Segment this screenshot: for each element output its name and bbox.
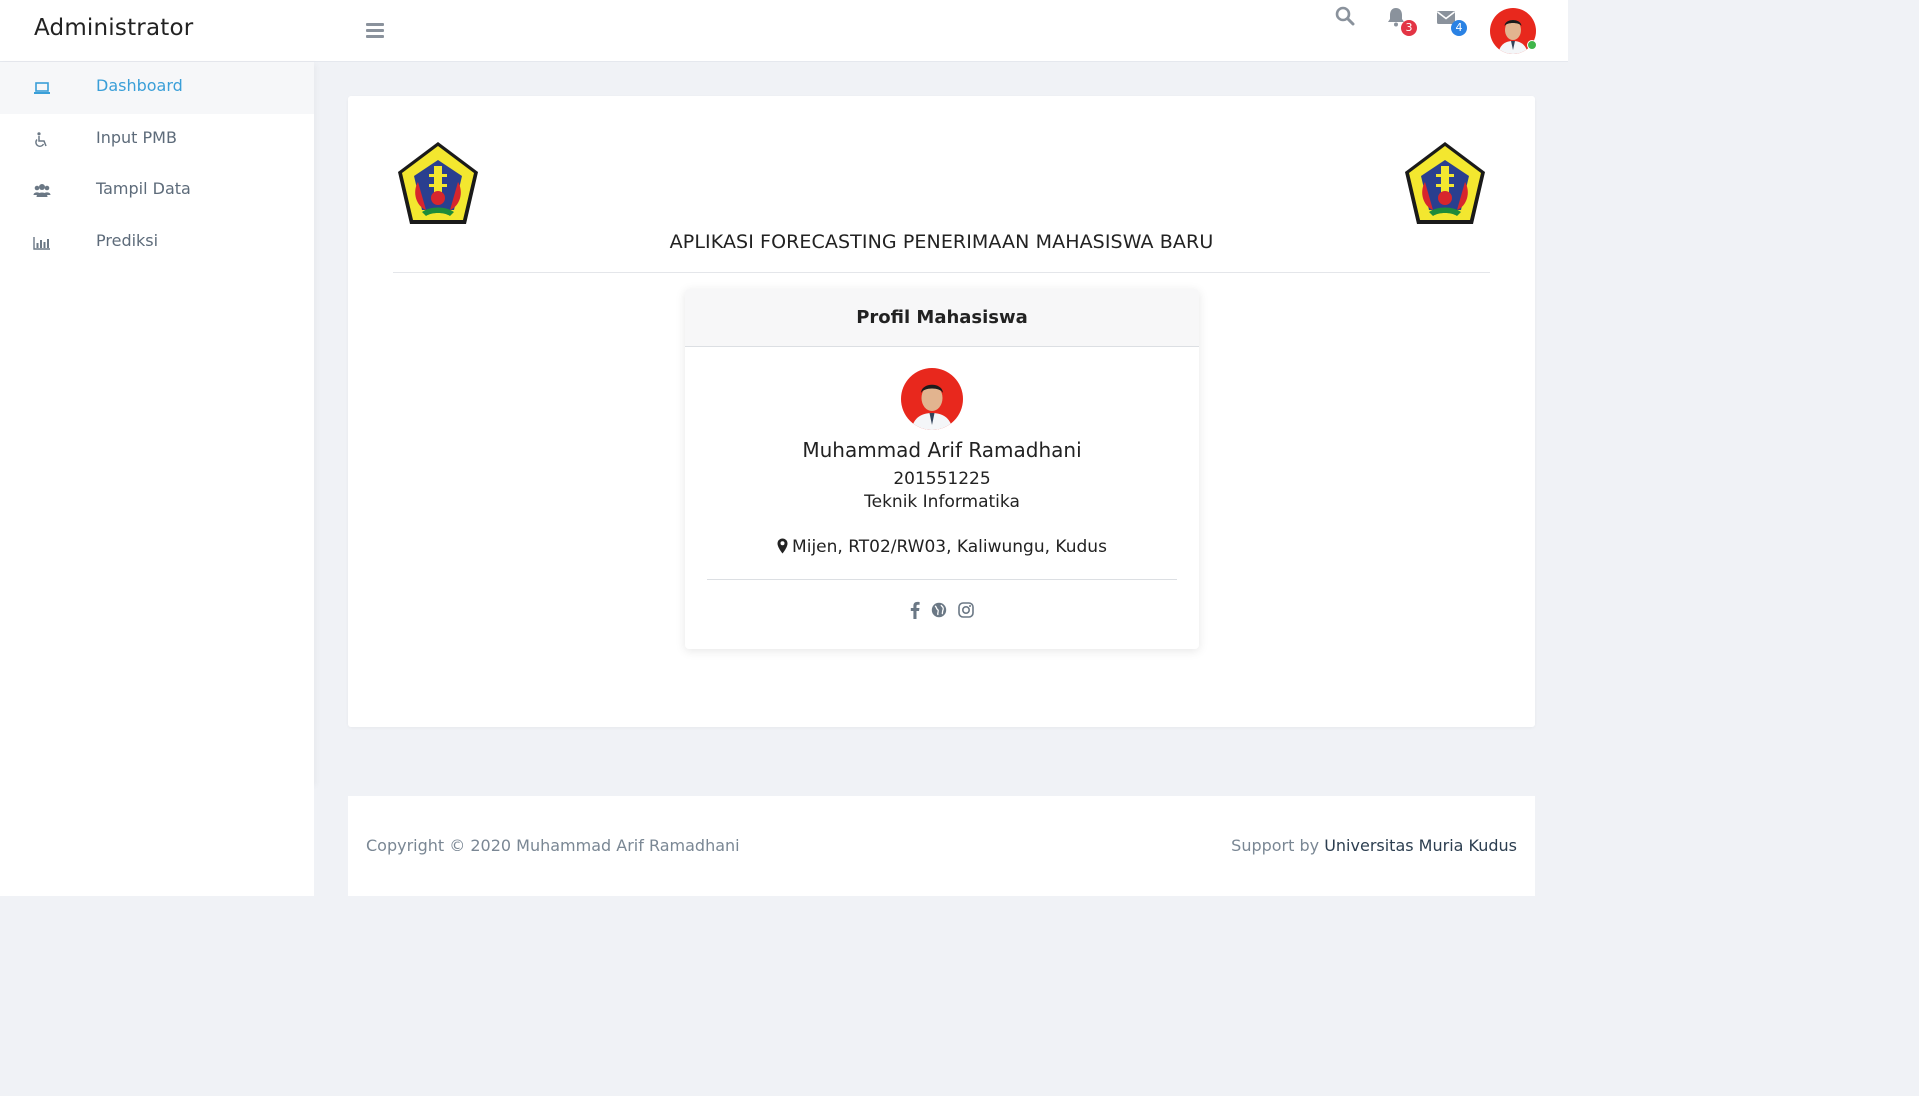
university-logo-left (392, 140, 484, 232)
profile-card-header: Profil Mahasiswa (685, 289, 1199, 347)
profile-card: Profil Mahasiswa Muhammad Arif Ramadhani… (685, 289, 1199, 649)
hamburger-line (366, 35, 384, 38)
student-address: Mijen, RT02/RW03, Kaliwungu, Kudus (685, 537, 1199, 557)
page-title: APLIKASI FORECASTING PENERIMAAN MAHASISW… (669, 231, 1214, 253)
page-footer: Copyright © 2020 Muhammad Arif Ramadhani… (348, 796, 1535, 896)
globe-icon[interactable] (931, 602, 947, 622)
top-navbar: Administrator 3 4 (0, 0, 1568, 62)
online-status-dot (1527, 40, 1537, 50)
notifications-button[interactable]: 3 (1386, 6, 1417, 36)
messages-badge: 4 (1451, 20, 1467, 36)
profile-photo (901, 368, 963, 430)
sidebar-item-prediksi[interactable]: Prediksi (0, 217, 314, 269)
users-icon (33, 183, 51, 199)
student-program: Teknik Informatika (864, 492, 1020, 512)
support-text: Support by Universitas Muria Kudus (1231, 836, 1517, 855)
facebook-icon[interactable] (910, 601, 920, 623)
sidebar-item-dashboard[interactable]: Dashboard (0, 62, 314, 114)
student-nim: 201551225 (893, 469, 991, 489)
sidebar-toggle-button[interactable] (366, 23, 384, 39)
brand-title: Administrator (34, 15, 194, 41)
sidebar-footer-area (0, 784, 314, 896)
hamburger-line (366, 29, 384, 32)
university-logo-right (1399, 140, 1491, 232)
map-marker-icon (777, 538, 788, 554)
support-prefix: Support by (1231, 836, 1325, 855)
sidebar-item-input-pmb[interactable]: Input PMB (0, 114, 314, 166)
sidebar-item-tampil-data[interactable]: Tampil Data (0, 165, 314, 217)
hamburger-line (366, 23, 384, 26)
title-divider (393, 272, 1490, 273)
sidebar: Dashboard Input PMB Tampil Data Prediksi (0, 62, 314, 784)
wheelchair-icon (33, 131, 51, 148)
copyright-text: Copyright © 2020 Muhammad Arif Ramadhani (366, 836, 740, 855)
profile-divider (707, 579, 1177, 580)
sidebar-item-label: Prediksi (96, 230, 159, 250)
support-link[interactable]: Universitas Muria Kudus (1324, 836, 1517, 855)
sidebar-item-label: Dashboard (96, 76, 183, 95)
student-name: Muhammad Arif Ramadhani (802, 438, 1082, 462)
laptop-icon (33, 80, 51, 96)
address-text: Mijen, RT02/RW03, Kaliwungu, Kudus (792, 537, 1107, 557)
dashboard-card: APLIKASI FORECASTING PENERIMAAN MAHASISW… (348, 96, 1535, 727)
social-links (685, 601, 1199, 623)
search-button[interactable] (1335, 6, 1355, 32)
search-icon (1335, 6, 1355, 26)
bar-chart-icon (33, 235, 51, 251)
messages-button[interactable]: 4 (1436, 6, 1467, 36)
instagram-icon[interactable] (958, 602, 974, 622)
notifications-badge: 3 (1401, 20, 1417, 36)
sidebar-item-label: Tampil Data (96, 179, 191, 198)
sidebar-item-label: Input PMB (96, 127, 177, 147)
